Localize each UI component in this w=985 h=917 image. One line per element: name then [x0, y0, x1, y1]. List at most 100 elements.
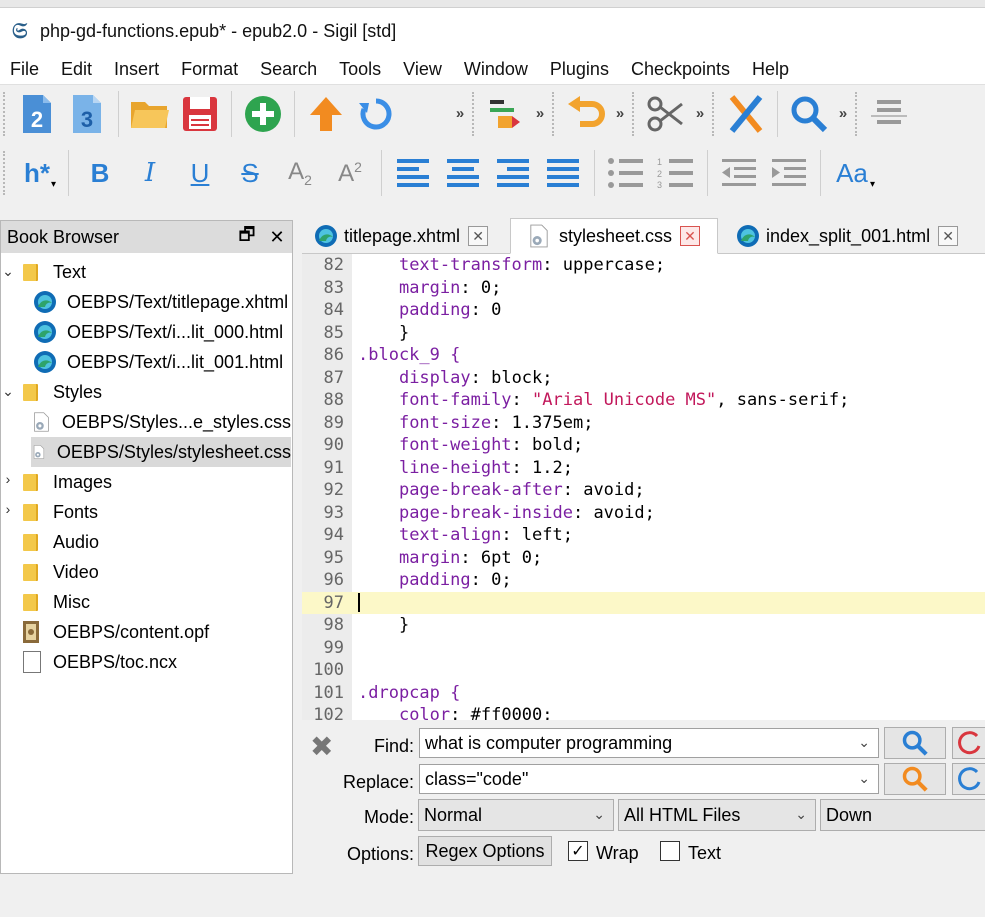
- align-center-button[interactable]: [438, 148, 488, 198]
- move-up-button[interactable]: [301, 89, 351, 139]
- validate-button[interactable]: [721, 89, 771, 139]
- underline-button[interactable]: U: [175, 148, 225, 198]
- find-input[interactable]: what is computer programming ⌄: [419, 728, 879, 758]
- tab-stylesheet[interactable]: stylesheet.css ✕: [510, 218, 718, 254]
- expanded-chevron-icon[interactable]: ⌄: [1, 263, 15, 280]
- code-text: line-height: 1.2;: [398, 457, 573, 478]
- replace-input[interactable]: class="code" ⌄: [419, 764, 879, 794]
- numbered-list-button[interactable]: 1 23: [651, 148, 701, 198]
- wrap-checkbox[interactable]: ✓: [568, 841, 588, 861]
- code-text: [358, 592, 360, 615]
- superscript-button[interactable]: A2: [325, 148, 375, 198]
- code-editor[interactable]: 82 text-transform: uppercase; 83 margin: …: [302, 254, 985, 720]
- replace-find-button[interactable]: [884, 763, 946, 795]
- open-button[interactable]: [125, 89, 175, 139]
- expanded-chevron-icon[interactable]: ⌄: [1, 383, 15, 400]
- insert-button[interactable]: [481, 89, 531, 139]
- line-number: 83: [323, 277, 344, 298]
- tab-titlepage[interactable]: titlepage.xhtml ✕: [302, 218, 506, 254]
- book-browser-title: Book Browser: [7, 226, 120, 247]
- tab-index-split[interactable]: index_split_001.html ✕: [724, 218, 985, 254]
- tree-folder-styles[interactable]: Styles: [23, 377, 291, 407]
- tree-file-split-000[interactable]: OEBPS/Text/i...lit_000.html: [33, 317, 291, 347]
- tree-file-titlepage[interactable]: OEBPS/Text/titlepage.xhtml: [33, 287, 291, 317]
- italic-button[interactable]: I: [125, 148, 175, 198]
- tab-close-icon[interactable]: ✕: [938, 226, 959, 246]
- find-button[interactable]: [784, 89, 834, 139]
- toolbar-overflow-chevron[interactable]: »: [611, 105, 629, 122]
- collapsed-chevron-icon[interactable]: ›: [1, 471, 15, 487]
- menu-search[interactable]: Search: [249, 59, 328, 80]
- css-property: line-height: [398, 457, 512, 478]
- add-file-button[interactable]: [238, 89, 288, 139]
- text-checkbox[interactable]: [660, 841, 680, 861]
- menu-help[interactable]: Help: [741, 59, 800, 80]
- strikethrough-button[interactable]: S: [225, 148, 275, 198]
- tree-folder-images[interactable]: Images: [23, 467, 291, 497]
- options-label: Options:: [346, 844, 414, 864]
- css-selector: .dropcap {: [358, 682, 461, 703]
- menu-checkpoints[interactable]: Checkpoints: [620, 59, 741, 80]
- css-property: font-weight: [398, 435, 512, 455]
- tree-file-e-styles[interactable]: OEBPS/Styles...e_styles.css: [33, 407, 291, 437]
- chevron-down-icon[interactable]: ⌄: [858, 770, 870, 787]
- menu-file[interactable]: File: [0, 59, 50, 80]
- split-button[interactable]: [864, 89, 914, 139]
- scope-select[interactable]: All HTML Files ⌄: [618, 799, 816, 831]
- epub3-button[interactable]: 3: [62, 89, 112, 139]
- tree-folder-text[interactable]: Text: [23, 257, 291, 287]
- tree-folder-video[interactable]: Video: [23, 557, 291, 587]
- align-right-button[interactable]: [488, 148, 538, 198]
- collapsed-chevron-icon[interactable]: ›: [1, 501, 15, 517]
- menu-window[interactable]: Window: [453, 59, 539, 80]
- chevron-down-icon[interactable]: ⌄: [858, 734, 870, 751]
- toolbar-grip: [712, 91, 717, 136]
- outdent-button[interactable]: [714, 148, 764, 198]
- menu-view[interactable]: View: [392, 59, 453, 80]
- mode-select[interactable]: Normal ⌄: [418, 799, 614, 831]
- code-text: }: [358, 614, 409, 637]
- tab-close-icon[interactable]: ✕: [468, 226, 489, 246]
- main-toolbar: 2 3 » » » » »: [0, 84, 985, 142]
- menu-edit[interactable]: Edit: [50, 59, 103, 80]
- code-text: color: #ff0000;: [358, 704, 553, 720]
- direction-select[interactable]: Down: [820, 799, 985, 831]
- toolbar-overflow-chevron[interactable]: »: [451, 105, 469, 122]
- save-button[interactable]: [175, 89, 225, 139]
- menu-insert[interactable]: Insert: [103, 59, 170, 80]
- tab-close-icon[interactable]: ✕: [680, 226, 701, 246]
- heading-button[interactable]: h* ▾: [12, 148, 62, 198]
- tree-file-toc-ncx[interactable]: OEBPS/toc.ncx: [23, 647, 291, 677]
- change-case-button[interactable]: Aa ▾: [827, 148, 877, 198]
- refresh-button[interactable]: [351, 89, 401, 139]
- regex-options-button[interactable]: Regex Options: [418, 836, 552, 866]
- menu-plugins[interactable]: Plugins: [539, 59, 620, 80]
- bold-button[interactable]: B: [75, 148, 125, 198]
- undo-button[interactable]: [561, 89, 611, 139]
- tree-file-content-opf[interactable]: OEBPS/content.opf: [21, 617, 291, 647]
- epub2-button[interactable]: 2: [12, 89, 62, 139]
- menu-format[interactable]: Format: [170, 59, 249, 80]
- menu-tools[interactable]: Tools: [328, 59, 392, 80]
- toolbar-overflow-chevron[interactable]: »: [834, 105, 852, 122]
- bullet-list-button[interactable]: [601, 148, 651, 198]
- toolbar-separator: [820, 150, 821, 196]
- find-next-button[interactable]: [884, 727, 946, 759]
- float-panel-icon[interactable]: 🗗: [232, 222, 262, 252]
- subscript-button[interactable]: A2: [275, 148, 325, 198]
- count-button[interactable]: [952, 727, 985, 759]
- toolbar-overflow-chevron[interactable]: »: [531, 105, 549, 122]
- cut-button[interactable]: [641, 89, 691, 139]
- indent-button[interactable]: [764, 148, 814, 198]
- align-left-button[interactable]: [388, 148, 438, 198]
- close-panel-icon[interactable]: ✕: [262, 227, 292, 248]
- justify-button[interactable]: [538, 148, 588, 198]
- code-line: 90 font-weight: bold;: [302, 434, 985, 457]
- tree-folder-misc[interactable]: Misc: [23, 587, 291, 617]
- tree-folder-audio[interactable]: Audio: [23, 527, 291, 557]
- replace-all-button[interactable]: [952, 763, 985, 795]
- tree-folder-fonts[interactable]: Fonts: [23, 497, 291, 527]
- toolbar-overflow-chevron[interactable]: »: [691, 105, 709, 122]
- tree-file-split-001[interactable]: OEBPS/Text/i...lit_001.html: [33, 347, 291, 377]
- tree-file-stylesheet[interactable]: OEBPS/Styles/stylesheet.css: [31, 437, 291, 467]
